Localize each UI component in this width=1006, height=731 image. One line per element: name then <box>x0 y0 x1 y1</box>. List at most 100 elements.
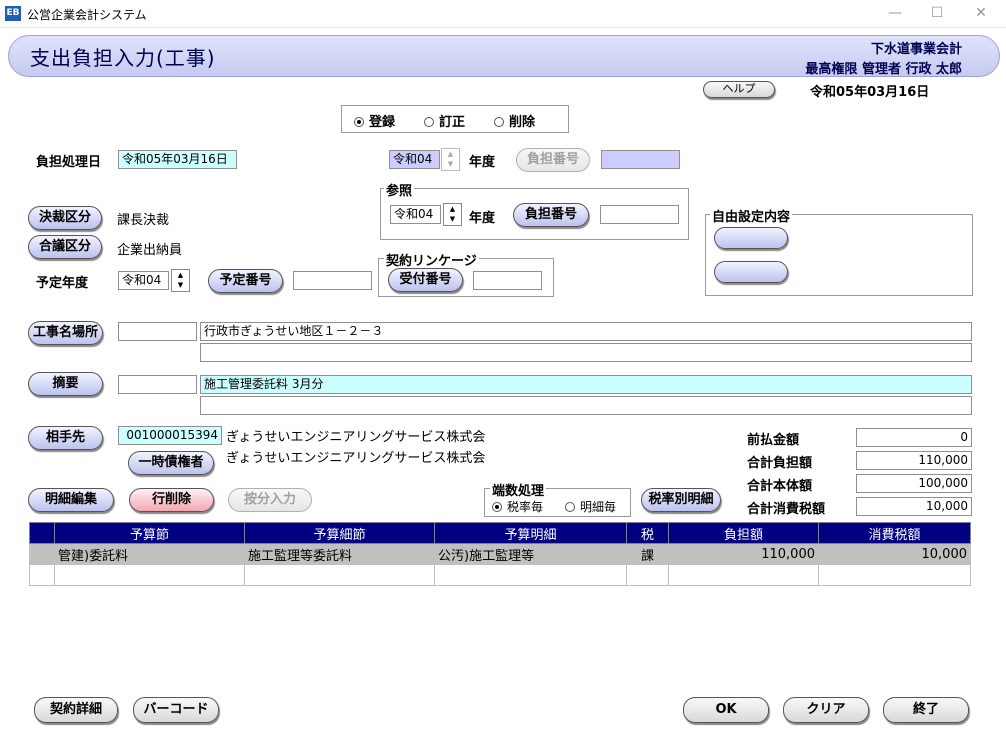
close-icon[interactable]: ✕ <box>958 2 1004 26</box>
row-marker-cell[interactable] <box>29 564 55 586</box>
burden-amount-cell[interactable] <box>668 564 819 586</box>
burden-date-field[interactable]: 令和05年03月16日 <box>118 150 237 169</box>
project-location-line2[interactable] <box>200 343 972 362</box>
top-year-field[interactable]: 令和04 <box>389 150 440 169</box>
receipt-number-field[interactable] <box>473 271 542 290</box>
top-burden-number-field[interactable] <box>601 150 680 169</box>
total-base-field[interactable]: 100,000 <box>856 474 972 493</box>
tax-rate-detail-button[interactable]: 税率別明細 <box>641 488 721 512</box>
organization-name: 下水道事業会計 <box>870 42 962 57</box>
custom-setting-1-button[interactable] <box>714 227 788 249</box>
top-year-spinner[interactable]: ▲ ▼ <box>441 148 460 171</box>
row-marker-cell[interactable] <box>29 543 55 565</box>
project-location-button[interactable]: 工事名場所 <box>28 321 103 345</box>
ok-button[interactable]: OK <box>683 697 769 723</box>
approval-category-value: 課長決裁 <box>117 213 170 228</box>
summary-line2[interactable] <box>200 396 972 415</box>
col-header-tax-amount[interactable]: 消費税額 <box>818 522 971 544</box>
planned-year-spinner[interactable]: ▲ ▼ <box>171 269 190 292</box>
detail-edit-button[interactable]: 明細編集 <box>28 488 114 512</box>
page-title: 支出負担入力(工事) <box>30 46 216 70</box>
tax-amount-cell[interactable] <box>818 564 971 586</box>
project-location-line1[interactable]: 行政市ぎょうせい地区１－２－３ <box>200 322 972 341</box>
col-header-budget-section[interactable]: 予算節 <box>54 522 245 544</box>
reference-burden-number-button[interactable]: 負担番号 <box>513 203 589 227</box>
receipt-number-button[interactable]: 受付番号 <box>388 268 463 292</box>
rounding-per-rate-radio[interactable]: 税率毎 <box>492 498 543 515</box>
radio-empty-icon <box>424 117 434 127</box>
user-info: 最高権限 管理者 行政 太郎 <box>805 62 962 77</box>
tax-cell[interactable] <box>626 564 669 586</box>
window-title: 公営企業会計システム <box>27 8 147 22</box>
planned-year-field[interactable]: 令和04 <box>118 271 169 290</box>
reference-year-field[interactable]: 令和04 <box>390 205 441 224</box>
radio-selected-icon <box>492 502 502 512</box>
col-header-budget-detail[interactable]: 予算明細 <box>434 522 627 544</box>
prepayment-field[interactable]: 0 <box>856 428 972 447</box>
budget-section-cell[interactable] <box>54 564 245 586</box>
planned-number-field[interactable] <box>293 271 372 290</box>
allocate-input-button[interactable]: 按分入力 <box>228 488 312 512</box>
barcode-button[interactable]: バーコード <box>133 697 219 723</box>
approval-category-button[interactable]: 決裁区分 <box>28 206 102 230</box>
custom-setting-2-button[interactable] <box>714 261 788 283</box>
summary-code-field[interactable] <box>118 375 197 394</box>
reference-burden-number-field[interactable] <box>600 205 679 224</box>
budget-detail-cell[interactable]: 公汚)施工監理等 <box>434 543 627 565</box>
rounding-title: 端数処理 <box>490 480 547 499</box>
minimize-icon[interactable]: — <box>872 2 918 26</box>
top-burden-number-button[interactable]: 負担番号 <box>516 148 590 172</box>
col-header-budget-subsection[interactable]: 予算細節 <box>244 522 435 544</box>
help-button[interactable]: ヘルプ <box>703 81 775 98</box>
total-burden-field[interactable]: 110,000 <box>856 451 972 470</box>
summary-line1[interactable]: 施工管理委託料 3月分 <box>200 375 972 394</box>
budget-subsection-cell[interactable]: 施工監理等委託料 <box>244 543 435 565</box>
row-delete-button[interactable]: 行削除 <box>129 488 214 512</box>
exit-button[interactable]: 終了 <box>883 697 969 723</box>
clear-button[interactable]: クリア <box>783 697 869 723</box>
radio-empty-icon <box>565 502 575 512</box>
budget-subsection-cell[interactable] <box>244 564 435 586</box>
planned-year-label: 予定年度 <box>36 276 89 291</box>
radio-empty-icon <box>494 117 504 127</box>
partner-name: ぎょうせいエンジニアリングサービス株式会 <box>226 430 486 445</box>
prepayment-label: 前払金額 <box>747 433 800 448</box>
total-base-label: 合計本体額 <box>747 479 813 494</box>
tax-cell[interactable]: 課 <box>626 543 669 565</box>
burden-date-label: 負担処理日 <box>36 155 102 170</box>
partner-button[interactable]: 相手先 <box>28 426 103 450</box>
budget-section-cell[interactable]: 管建)委託料 <box>54 543 245 565</box>
temporary-creditor-button[interactable]: 一時債権者 <box>128 451 214 475</box>
col-header-tax[interactable]: 税 <box>626 522 669 544</box>
reference-year-label: 年度 <box>469 211 496 226</box>
reference-year-spinner[interactable]: ▲ ▼ <box>443 203 462 226</box>
total-tax-field[interactable]: 10,000 <box>856 497 972 516</box>
mode-delete-radio[interactable]: 削除 <box>494 111 535 130</box>
burden-amount-cell[interactable]: 110,000 <box>668 543 819 565</box>
radio-selected-icon <box>354 117 364 127</box>
total-burden-label: 合計負担額 <box>747 456 813 471</box>
maximize-icon[interactable]: ☐ <box>914 2 960 26</box>
partner-code-field[interactable]: 001000015394 <box>118 426 222 445</box>
project-code-field[interactable] <box>118 322 197 341</box>
app-logo-icon: EB <box>5 6 21 21</box>
table-row[interactable] <box>29 564 971 586</box>
mode-register-radio[interactable]: 登録 <box>354 111 395 130</box>
agreement-category-value: 企業出納員 <box>117 243 183 258</box>
detail-table: 予算節 予算細節 予算明細 税 負担額 消費税額 管建)委託料 施工監理等委託料… <box>29 522 971 586</box>
col-header-burden-amount[interactable]: 負担額 <box>668 522 819 544</box>
budget-detail-cell[interactable] <box>434 564 627 586</box>
rounding-per-detail-radio[interactable]: 明細毎 <box>565 498 616 515</box>
planned-number-button[interactable]: 予定番号 <box>208 269 283 293</box>
window-titlebar: EB 公営企業会計システム — ☐ ✕ <box>0 0 1006 28</box>
agreement-category-button[interactable]: 合議区分 <box>28 235 102 259</box>
mode-radio-group: 登録 訂正 削除 <box>341 105 569 133</box>
total-tax-label: 合計消費税額 <box>747 502 826 517</box>
tax-amount-cell[interactable]: 10,000 <box>818 543 971 565</box>
mode-correct-radio[interactable]: 訂正 <box>424 111 465 130</box>
current-date: 令和05年03月16日 <box>810 85 930 100</box>
reference-title: 参照 <box>384 180 415 199</box>
table-row[interactable]: 管建)委託料 施工監理等委託料 公汚)施工監理等 課 110,000 10,00… <box>29 543 971 565</box>
summary-button[interactable]: 摘要 <box>28 372 103 396</box>
contract-detail-button[interactable]: 契約詳細 <box>34 697 118 723</box>
